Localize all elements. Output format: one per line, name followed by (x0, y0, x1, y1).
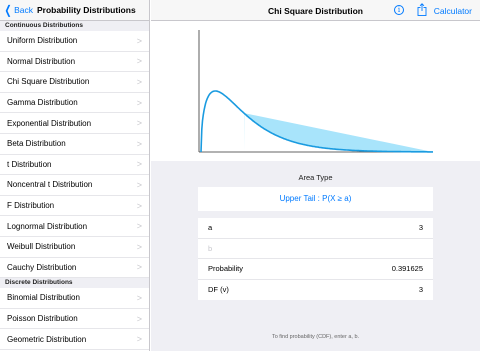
sidebar-item-continuous-3[interactable]: Gamma Distribution > (0, 93, 149, 114)
sidebar-item-continuous-2[interactable]: Chi Square Distribution > (0, 72, 149, 93)
chevron-right-icon: > (136, 200, 142, 211)
parameters-table: a 3 b Probability 0.391625 DF (v) 3 (198, 218, 433, 300)
chevron-right-icon: > (136, 56, 142, 67)
sidebar-item-continuous-1[interactable]: Normal Distribution > (0, 52, 149, 73)
section-header-continuous: Continuous Distributions (0, 21, 149, 31)
df-value[interactable]: 3 (419, 285, 423, 294)
sidebar-item-continuous-10[interactable]: Weibull Distribution > (0, 237, 149, 258)
sidebar-item-label: Gamma Distribution (7, 98, 78, 108)
sidebar-item-continuous-9[interactable]: Lognormal Distribution > (0, 216, 149, 237)
probability-label: Probability (208, 264, 244, 274)
sidebar-title: Probability Distributions (36, 5, 136, 15)
df-label: DF (v) (208, 285, 229, 295)
sidebar-item-label: Chi Square Distribution (7, 77, 90, 87)
a-label: a (208, 223, 213, 233)
sidebar-item-discrete-2[interactable]: Geometric Distribution > (0, 329, 149, 350)
param-row-a[interactable]: a 3 (198, 218, 433, 239)
sidebar-item-label: Cauchy Distribution (7, 262, 77, 272)
sidebar-item-continuous-5[interactable]: Beta Distribution > (0, 134, 149, 155)
chevron-right-icon: > (136, 159, 142, 170)
sidebar-item-label: Binomial Distribution (7, 293, 80, 303)
chevron-left-icon: ❮ (4, 3, 12, 17)
sidebar-item-label: Weibull Distribution (7, 242, 76, 252)
page-title: Chi Square Distribution (268, 6, 363, 16)
sidebar-item-label: F Distribution (7, 201, 55, 211)
chevron-right-icon: > (136, 35, 142, 46)
back-button[interactable]: ❮ Back (3, 4, 33, 16)
sidebar-item-continuous-7[interactable]: Noncentral t Distribution > (0, 175, 149, 196)
chevron-right-icon: > (136, 118, 142, 129)
area-type-selector[interactable]: Upper Tail : P(X ≥ a) (198, 187, 433, 211)
sidebar-item-label: Poisson Distribution (7, 314, 78, 324)
calculator-button[interactable]: Calculator (434, 6, 472, 16)
b-field[interactable]: b (208, 244, 212, 253)
chart-svg (198, 30, 433, 153)
chevron-right-icon: > (136, 138, 142, 149)
a-value[interactable]: 3 (419, 223, 423, 232)
sidebar-item-label: t Distribution (7, 159, 52, 169)
chevron-right-icon: > (136, 313, 142, 324)
sidebar-item-label: Beta Distribution (7, 139, 66, 149)
probability-value: 0.391625 (391, 264, 423, 274)
footnote: To find probability (CDF), enter a, b. (271, 334, 360, 340)
sidebar-item-discrete-1[interactable]: Poisson Distribution > (0, 309, 149, 330)
chevron-right-icon: > (136, 262, 142, 273)
sidebar-item-continuous-11[interactable]: Cauchy Distribution > (0, 258, 149, 279)
param-row-probability: Probability 0.391625 (198, 259, 433, 280)
sidebar-item-label: Geometric Distribution (7, 334, 87, 344)
chevron-right-icon: > (136, 221, 142, 232)
back-label: Back (14, 5, 33, 15)
sidebar-item-label: Uniform Distribution (7, 36, 78, 46)
share-icon[interactable] (417, 3, 427, 16)
chevron-right-icon: > (136, 334, 142, 345)
discrete-list: Binomial Distribution > Poisson Distributi… (0, 288, 149, 350)
distribution-chart (151, 21, 480, 161)
sidebar: ❮ Back Probability Distributions Continu… (0, 0, 150, 351)
area-type-label: Area Type (298, 173, 333, 182)
sidebar-item-continuous-0[interactable]: Uniform Distribution > (0, 31, 149, 52)
main-panel: Chi Square Distribution i Calculator Are… (151, 0, 480, 351)
section-header-discrete: Discrete Distributions (0, 278, 149, 289)
sidebar-nav-bar: ❮ Back Probability Distributions (0, 0, 149, 21)
sidebar-item-label: Lognormal Distribution (7, 221, 88, 231)
continuous-list: Uniform Distribution > Normal Distribution… (0, 31, 149, 279)
sidebar-item-label: Exponential Distribution (7, 118, 92, 128)
sidebar-item-label: Normal Distribution (7, 56, 76, 66)
chevron-right-icon: > (136, 97, 142, 108)
main-nav-bar: Chi Square Distribution i Calculator (151, 0, 480, 21)
chevron-right-icon: > (136, 76, 142, 87)
chevron-right-icon: > (136, 241, 142, 252)
param-row-b[interactable]: b (198, 239, 433, 259)
info-icon[interactable]: i (394, 5, 404, 15)
chevron-right-icon: > (136, 179, 142, 190)
param-row-df[interactable]: DF (v) 3 (198, 280, 433, 301)
sidebar-item-discrete-0[interactable]: Binomial Distribution > (0, 288, 149, 309)
sidebar-item-continuous-4[interactable]: Exponential Distribution > (0, 113, 149, 134)
sidebar-item-continuous-8[interactable]: F Distribution > (0, 196, 149, 217)
chevron-right-icon: > (136, 292, 142, 303)
sidebar-item-continuous-6[interactable]: t Distribution > (0, 155, 149, 176)
sidebar-item-label: Noncentral t Distribution (7, 180, 93, 190)
